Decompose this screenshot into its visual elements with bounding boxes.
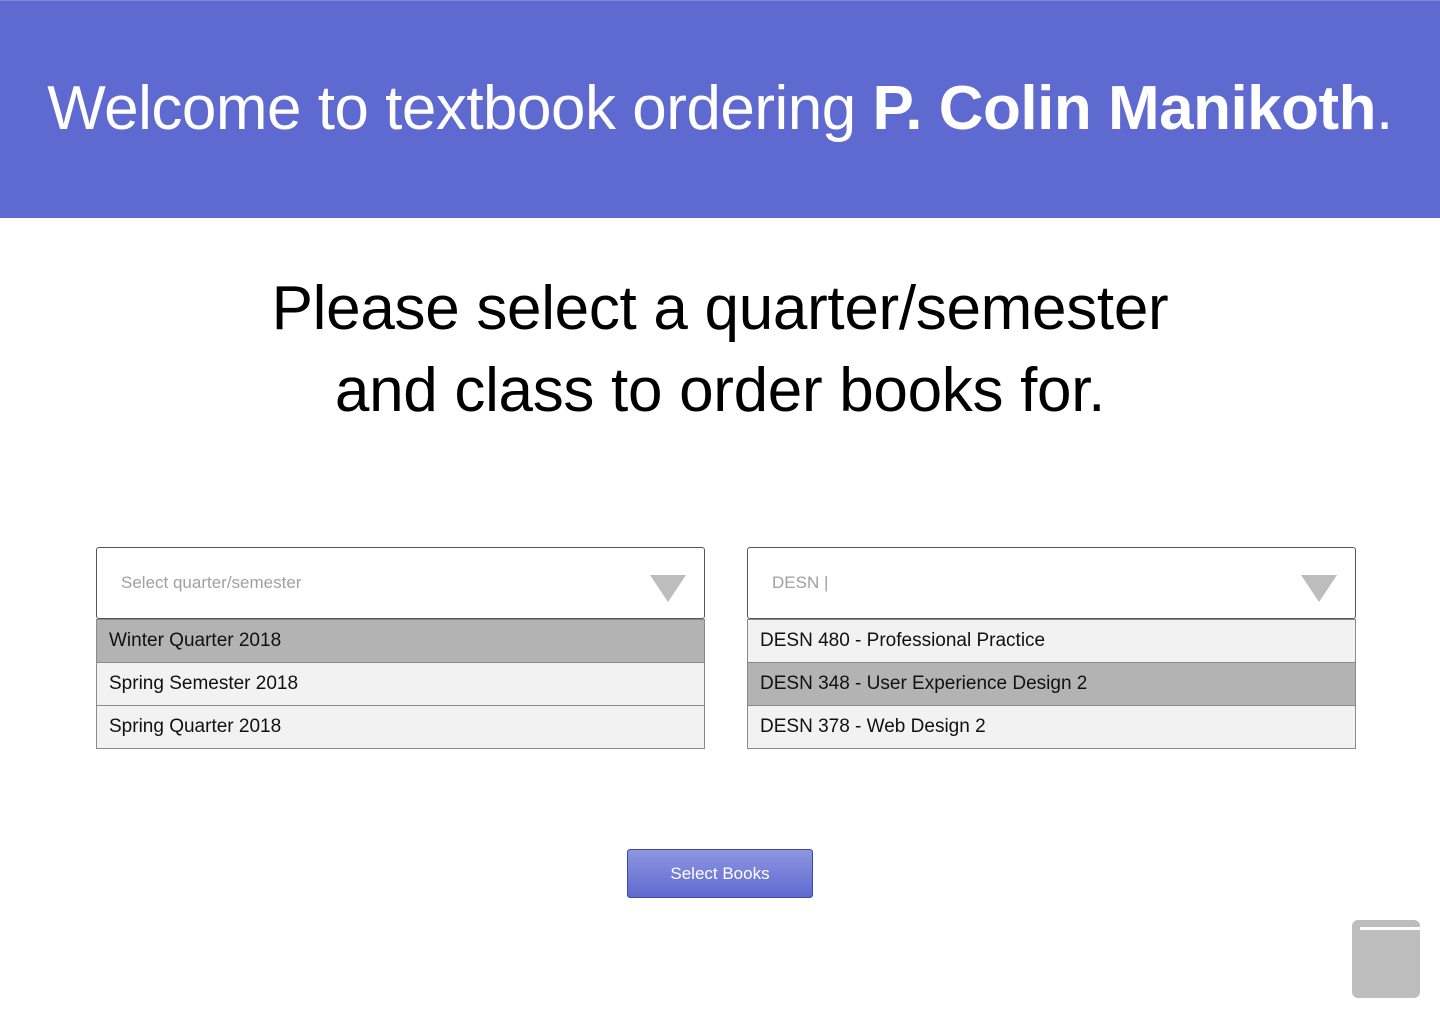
term-options-list: Winter Quarter 2018 Spring Semester 2018… <box>96 619 705 749</box>
welcome-heading: Welcome to textbook ordering P. Colin Ma… <box>47 73 1393 144</box>
class-options-list: DESN 480 - Professional Practice DESN 34… <box>747 619 1356 749</box>
term-dropdown[interactable]: Select quarter/semester Winter Quarter 2… <box>96 547 705 749</box>
select-books-button[interactable]: Select Books <box>627 849 813 898</box>
instructions-line-2: and class to order books for. <box>334 356 1106 425</box>
term-option-spring-quarter-2018[interactable]: Spring Quarter 2018 <box>97 705 704 748</box>
term-option-winter-quarter-2018[interactable]: Winter Quarter 2018 <box>97 619 704 662</box>
class-dropdown[interactable]: DESN | DESN 480 - Professional Practice … <box>747 547 1356 749</box>
term-option-spring-semester-2018[interactable]: Spring Semester 2018 <box>97 662 704 705</box>
page-header: Welcome to textbook ordering P. Colin Ma… <box>0 0 1440 218</box>
class-option-desn-480[interactable]: DESN 480 - Professional Practice <box>748 619 1355 662</box>
book-icon[interactable] <box>1352 920 1420 998</box>
chevron-down-icon[interactable] <box>650 575 686 602</box>
user-name: P. Colin Manikoth <box>872 74 1377 143</box>
class-search-value: DESN | <box>772 573 829 592</box>
chevron-down-icon[interactable] <box>1301 575 1337 602</box>
term-select-placeholder: Select quarter/semester <box>121 573 302 592</box>
instructions-line-1: Please select a quarter/semester <box>271 274 1169 343</box>
class-option-desn-348[interactable]: DESN 348 - User Experience Design 2 <box>748 662 1355 705</box>
welcome-text: Welcome to textbook ordering <box>47 74 873 143</box>
term-select-field[interactable]: Select quarter/semester <box>96 547 705 619</box>
instructions-text: Please select a quarter/semester and cla… <box>0 268 1440 432</box>
class-option-desn-378[interactable]: DESN 378 - Web Design 2 <box>748 705 1355 748</box>
welcome-punctuation: . <box>1376 74 1393 143</box>
class-search-field[interactable]: DESN | <box>747 547 1356 619</box>
